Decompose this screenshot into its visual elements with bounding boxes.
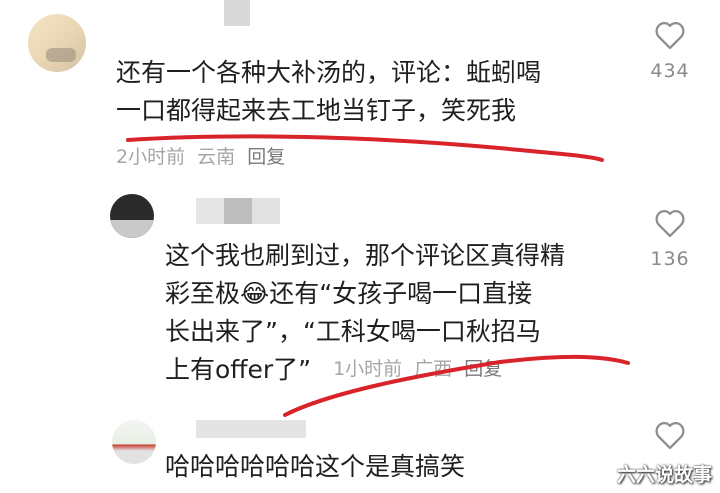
timestamp: 2小时前: [116, 146, 186, 168]
heart-icon[interactable]: [645, 420, 695, 450]
comment-2: 这个我也刷到过，那个评论区真得精 彩至极😂还有“女孩子喝一口直接 长出来了”，“…: [0, 180, 720, 410]
heart-icon[interactable]: [645, 208, 695, 238]
avatar[interactable]: [112, 420, 156, 464]
avatar[interactable]: [28, 14, 86, 72]
comment-line: 一口都得起来去工地当钉子，笑死我: [116, 96, 517, 125]
username-blurred: [224, 0, 250, 26]
avatar[interactable]: [110, 194, 154, 238]
like-control[interactable]: 434: [645, 20, 695, 82]
comment-line: 还有一个各种大补汤的，评论：蚯蚓喝: [116, 58, 542, 87]
location: 广西: [414, 358, 453, 380]
username-blurred: [224, 198, 252, 224]
comment-text: 这个我也刷到过，那个评论区真得精 彩至极😂还有“女孩子喝一口直接 长出来了”，“…: [165, 237, 565, 391]
comment-meta: 1小时前 广西 回复: [333, 358, 502, 380]
heart-icon[interactable]: [645, 20, 695, 50]
timestamp: 1小时前: [333, 358, 403, 380]
like-control[interactable]: 136: [645, 208, 695, 270]
comment-meta: 2小时前 云南 回复: [116, 142, 285, 169]
comment-line: 这个我也刷到过，那个评论区真得精: [165, 241, 566, 270]
like-count: 136: [650, 248, 690, 270]
reply-button[interactable]: 回复: [464, 358, 502, 380]
comment-line: 上有offer了” 1小时前 广西 回复: [165, 351, 565, 391]
username-blurred: [196, 198, 224, 224]
location: 云南: [197, 146, 236, 168]
like-count: 434: [650, 60, 690, 82]
comment-line-text: 上有offer了”: [165, 355, 312, 384]
comment-text: 还有一个各种大补汤的，评论：蚯蚓喝 一口都得起来去工地当钉子，笑死我: [116, 54, 541, 130]
username-blurred: [196, 420, 306, 438]
comment-line: 长出来了”，“工科女喝一口秋招马: [165, 317, 541, 346]
reply-button[interactable]: 回复: [247, 146, 285, 168]
watermark: 六六说故事: [616, 464, 712, 486]
comment-1: 还有一个各种大补汤的，评论：蚯蚓喝 一口都得起来去工地当钉子，笑死我 2小时前 …: [0, 0, 720, 180]
like-control[interactable]: [645, 420, 695, 450]
comment-line: 彩至极😂还有“女孩子喝一口直接: [165, 279, 533, 308]
comment-text: 哈哈哈哈哈哈这个是真搞笑: [165, 448, 465, 486]
comment-3: 哈哈哈哈哈哈这个是真搞笑: [0, 410, 720, 493]
username-blurred: [252, 198, 280, 224]
comment-line: 哈哈哈哈哈哈这个是真搞笑: [165, 452, 466, 481]
